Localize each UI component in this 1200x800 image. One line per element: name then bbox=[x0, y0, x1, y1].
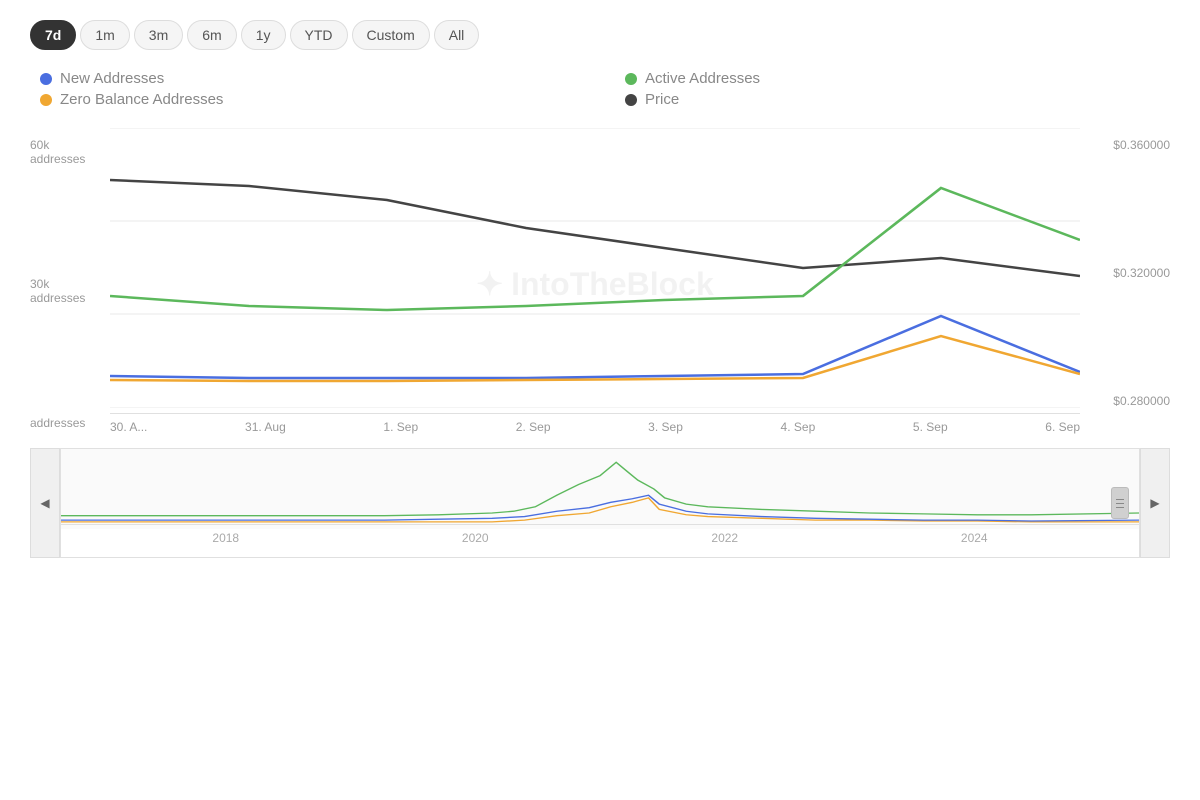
time-btn-7d[interactable]: 7d bbox=[30, 20, 76, 50]
legend-label: Price bbox=[645, 91, 679, 108]
y-right-mid: $0.320000 bbox=[1088, 266, 1170, 280]
mini-year-2018: 2018 bbox=[212, 531, 239, 545]
legend-dot bbox=[625, 94, 637, 106]
chart-area: ✦IntoTheBlock bbox=[110, 128, 1080, 440]
time-btn-all[interactable]: All bbox=[434, 20, 480, 50]
time-btn-3m[interactable]: 3m bbox=[134, 20, 183, 50]
y-left-top: 60k addresses bbox=[30, 138, 102, 166]
time-btn-6m[interactable]: 6m bbox=[187, 20, 236, 50]
x-label-3: 2. Sep bbox=[516, 420, 551, 434]
chart-legend: New Addresses Active Addresses Zero Balanc… bbox=[30, 70, 1170, 108]
x-label-2: 1. Sep bbox=[383, 420, 418, 434]
y-left-bottom: addresses bbox=[30, 416, 102, 430]
x-axis: 30. A... 31. Aug 1. Sep 2. Sep 3. Sep 4.… bbox=[110, 413, 1080, 440]
time-btn-custom[interactable]: Custom bbox=[352, 20, 430, 50]
legend-dot bbox=[40, 94, 52, 106]
mini-chart-section: ◀ 2018 2020 2022 2024 bbox=[30, 448, 1170, 558]
legend-label: Active Addresses bbox=[645, 70, 760, 87]
mini-chart-svg bbox=[61, 449, 1139, 529]
legend-item-active-addresses: Active Addresses bbox=[625, 70, 1170, 87]
x-label-4: 3. Sep bbox=[648, 420, 683, 434]
legend-label: Zero Balance Addresses bbox=[60, 91, 223, 108]
y-left-mid: 30k addresses bbox=[30, 277, 102, 305]
scroll-left-button[interactable]: ◀ bbox=[30, 448, 60, 558]
main-chart-wrapper: 60k addresses 30k addresses addresses ✦I… bbox=[30, 128, 1170, 440]
legend-label: New Addresses bbox=[60, 70, 164, 87]
mini-year-labels: 2018 2020 2022 2024 bbox=[61, 529, 1139, 547]
time-btn-ytd[interactable]: YTD bbox=[290, 20, 348, 50]
y-right-top: $0.360000 bbox=[1088, 138, 1170, 152]
legend-item-zero-balance-addresses: Zero Balance Addresses bbox=[40, 91, 585, 108]
x-label-0: 30. A... bbox=[110, 420, 147, 434]
mini-year-2022: 2022 bbox=[711, 531, 738, 545]
x-label-5: 4. Sep bbox=[781, 420, 816, 434]
mini-year-2020: 2020 bbox=[462, 531, 489, 545]
time-range-buttons: 7d1m3m6m1yYTDCustomAll bbox=[30, 20, 1170, 50]
legend-item-price: Price bbox=[625, 91, 1170, 108]
time-btn-1m[interactable]: 1m bbox=[80, 20, 129, 50]
legend-item-new-addresses: New Addresses bbox=[40, 70, 585, 87]
scroll-right-button[interactable]: ▶ bbox=[1140, 448, 1170, 558]
x-label-7: 6. Sep bbox=[1045, 420, 1080, 434]
chart-svg bbox=[110, 128, 1080, 408]
y-axis-left: 60k addresses 30k addresses addresses bbox=[30, 128, 110, 440]
range-drag-handle[interactable] bbox=[1111, 487, 1129, 519]
x-label-6: 5. Sep bbox=[913, 420, 948, 434]
mini-year-2024: 2024 bbox=[961, 531, 988, 545]
x-label-1: 31. Aug bbox=[245, 420, 286, 434]
mini-chart-inner: 2018 2020 2022 2024 bbox=[60, 448, 1140, 558]
legend-dot bbox=[40, 73, 52, 85]
y-right-bottom: $0.280000 bbox=[1088, 394, 1170, 408]
legend-dot bbox=[625, 73, 637, 85]
time-btn-1y[interactable]: 1y bbox=[241, 20, 286, 50]
y-axis-right: $0.360000 $0.320000 $0.280000 bbox=[1080, 128, 1170, 440]
